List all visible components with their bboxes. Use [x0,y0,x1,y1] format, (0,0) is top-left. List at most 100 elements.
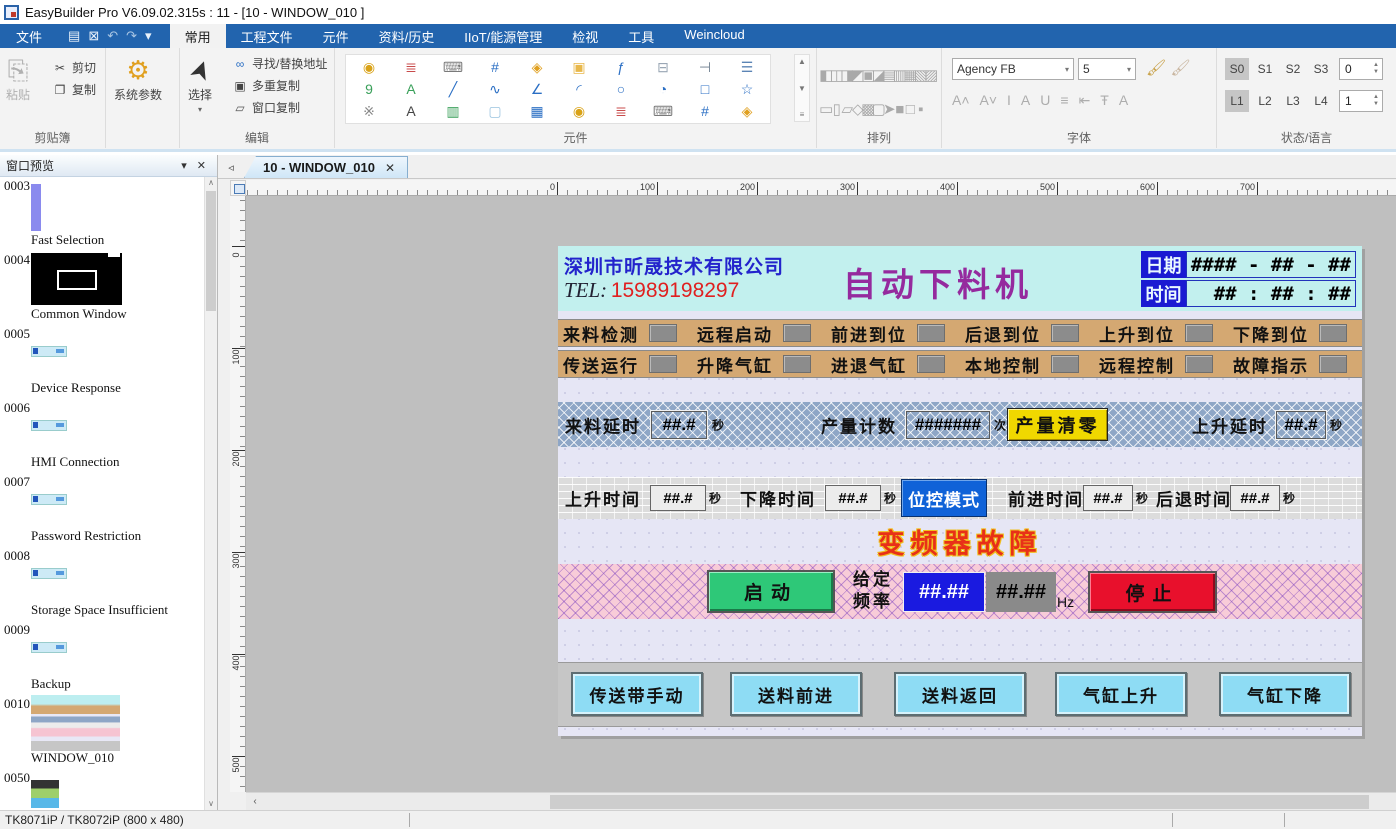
horizontal-scrollbar[interactable]: ‹ [246,792,1396,810]
select-dropdown-icon[interactable]: ▾ [198,105,202,114]
state-s0[interactable]: S0 [1225,58,1249,80]
panel-dropdown-icon[interactable]: ▾ [176,159,192,172]
status-cell[interactable]: 来料检测 [563,320,697,346]
forward-time-value[interactable]: ##.# [1083,485,1133,511]
window-preview-item-0005[interactable]: 0005Device Response [0,325,204,399]
window-preview-item-0008[interactable]: 0008Storage Space Insufficient [0,547,204,621]
manual-button-4[interactable]: 气缸上升 [1055,672,1187,716]
panel-close-icon[interactable]: ✕ [192,159,211,172]
font-style-icon[interactable]: A [1119,92,1128,109]
grow-font-icon[interactable]: A˄ [952,92,970,109]
numeric-999-icon[interactable]: 9 [348,78,390,100]
word-lamp-icon[interactable]: ≣ [390,56,432,78]
sidebar-scrollbar[interactable]: ∧ ∨ [204,177,217,810]
same-width-icon[interactable]: ▭ [821,92,832,126]
indent-icon[interactable]: ⇤ [1079,92,1091,109]
ascii-abc-icon[interactable]: A [390,78,432,100]
status-cell[interactable]: 升降气缸 [697,351,831,377]
align-text-icon[interactable]: ≡ [1060,92,1068,109]
picture-icon[interactable]: ▥ [432,100,474,122]
fall-time-value[interactable]: ##.# [825,485,881,511]
status-indicator[interactable] [917,324,945,342]
cut-button[interactable]: ✂剪切 [52,58,96,77]
text-icon[interactable]: A [390,100,432,122]
status-indicator[interactable] [1051,324,1079,342]
company-name-text[interactable]: 深圳市昕晟技术有限公司 [564,252,784,279]
incoming-delay-label[interactable]: 来料延时 [565,412,641,437]
window-bar-icon[interactable]: ⊟ [642,56,684,78]
pin-icon[interactable]: ➤ [884,92,895,126]
menu-tab-3[interactable]: 元件 [308,24,364,48]
language-l3[interactable]: L3 [1281,90,1305,112]
copy-button[interactable]: ❐复制 [52,80,96,99]
status-indicator[interactable] [1185,355,1213,373]
status-cell[interactable]: 传送运行 [563,351,697,377]
manual-button-3[interactable]: 送料返回 [894,672,1026,716]
layer-up-icon[interactable]: □ [905,92,916,126]
status-cell[interactable]: 前进到位 [831,320,965,346]
window-preview-item-0009[interactable]: 0009Backup [0,621,204,695]
save-icon[interactable]: ▤ [68,28,80,44]
language-l1[interactable]: L1 [1225,90,1249,112]
state-spinner[interactable]: 0 ▲▼ [1339,58,1383,80]
language-l2[interactable]: L2 [1253,90,1277,112]
redo-icon[interactable]: ↷ [126,28,137,44]
status-cell[interactable]: 下降到位 [1233,320,1367,346]
menu-tab-8[interactable]: Weincloud [669,24,759,48]
status-indicator[interactable] [917,355,945,373]
window-thumbnail[interactable] [31,568,67,579]
menu-tab-2[interactable]: 工程文件 [226,24,308,48]
lamp-small-icon[interactable]: ◉ [558,100,600,122]
slider-icon[interactable]: ⊣ [684,56,726,78]
option-list-icon[interactable]: ☰ [726,56,768,78]
hmi-design-window[interactable]: 深圳市昕晟技术有限公司 TEL: 15989198297 自动下料机 日期 ##… [558,246,1362,736]
function-key-icon[interactable]: ƒ [600,56,642,78]
font-size-select[interactable]: 5▾ [1078,58,1136,80]
freq-set-value[interactable]: ##.## [903,572,985,612]
numeric-123-icon[interactable]: # [474,56,516,78]
status-indicator[interactable] [783,324,811,342]
bit-keypad-icon[interactable]: ⌨ [432,56,474,78]
date-value-field[interactable]: #### - ## - ## [1186,251,1356,278]
status-indicator[interactable] [783,355,811,373]
keypad-small-icon[interactable]: ⌨ [642,100,684,122]
layer-front-icon[interactable]: ■ [895,92,906,126]
state-s2[interactable]: S2 [1281,58,1305,80]
component-more-icon[interactable]: ≡ [800,110,805,119]
panel-icon[interactable]: ▢ [474,100,516,122]
status-cell[interactable]: 远程控制 [1099,351,1233,377]
state-s3[interactable]: S3 [1309,58,1333,80]
layer-back-icon[interactable]: ▪ [916,92,927,126]
ruler-corner-icon[interactable] [230,180,246,196]
stop-button[interactable]: 停止 [1088,571,1217,613]
status-indicator[interactable] [649,324,677,342]
tab-nav-left-icon[interactable]: ◃ [218,161,244,178]
state-s1[interactable]: S1 [1253,58,1277,80]
count-value[interactable]: ####### [905,410,991,440]
font-family-select[interactable]: Agency FB▾ [952,58,1074,80]
status-cell[interactable]: 本地控制 [965,351,1099,377]
paste-button[interactable]: ⎘ 粘贴 [6,48,30,103]
freq-actual-value[interactable]: ##.## [986,572,1056,612]
backward-time-value[interactable]: ##.# [1230,485,1280,511]
start-button[interactable]: 启动 [707,570,835,613]
window-thumbnail[interactable] [31,642,67,653]
menu-tab-4[interactable]: 资料/历史 [364,24,450,48]
hscrollbar-thumb[interactable] [550,795,1369,809]
rise-delay-label[interactable]: 上升延时 [1192,412,1268,437]
status-indicator[interactable] [1051,355,1079,373]
menu-file[interactable]: 文件 [0,24,58,48]
rise-time-label[interactable]: 上升时间 [565,486,641,511]
freq-setpoint-label[interactable]: 给定 频率 [853,569,893,613]
status-indicator[interactable] [1319,324,1347,342]
scroll-down-icon[interactable]: ∨ [205,798,217,810]
select-tool-button[interactable]: ➤ 选择 ▾ [188,48,212,114]
tag-icon[interactable]: ◈ [516,56,558,78]
window-preview-item-0007[interactable]: 0007Password Restriction [0,473,204,547]
manual-button-2[interactable]: 送料前进 [730,672,862,716]
time-label[interactable]: 时间 [1141,280,1186,307]
window-thumbnail[interactable] [31,346,67,357]
component-scroll-up-icon[interactable]: ▲ [798,57,806,66]
window-thumbnail[interactable] [31,780,59,808]
numeric-small-icon[interactable]: # [684,100,726,122]
